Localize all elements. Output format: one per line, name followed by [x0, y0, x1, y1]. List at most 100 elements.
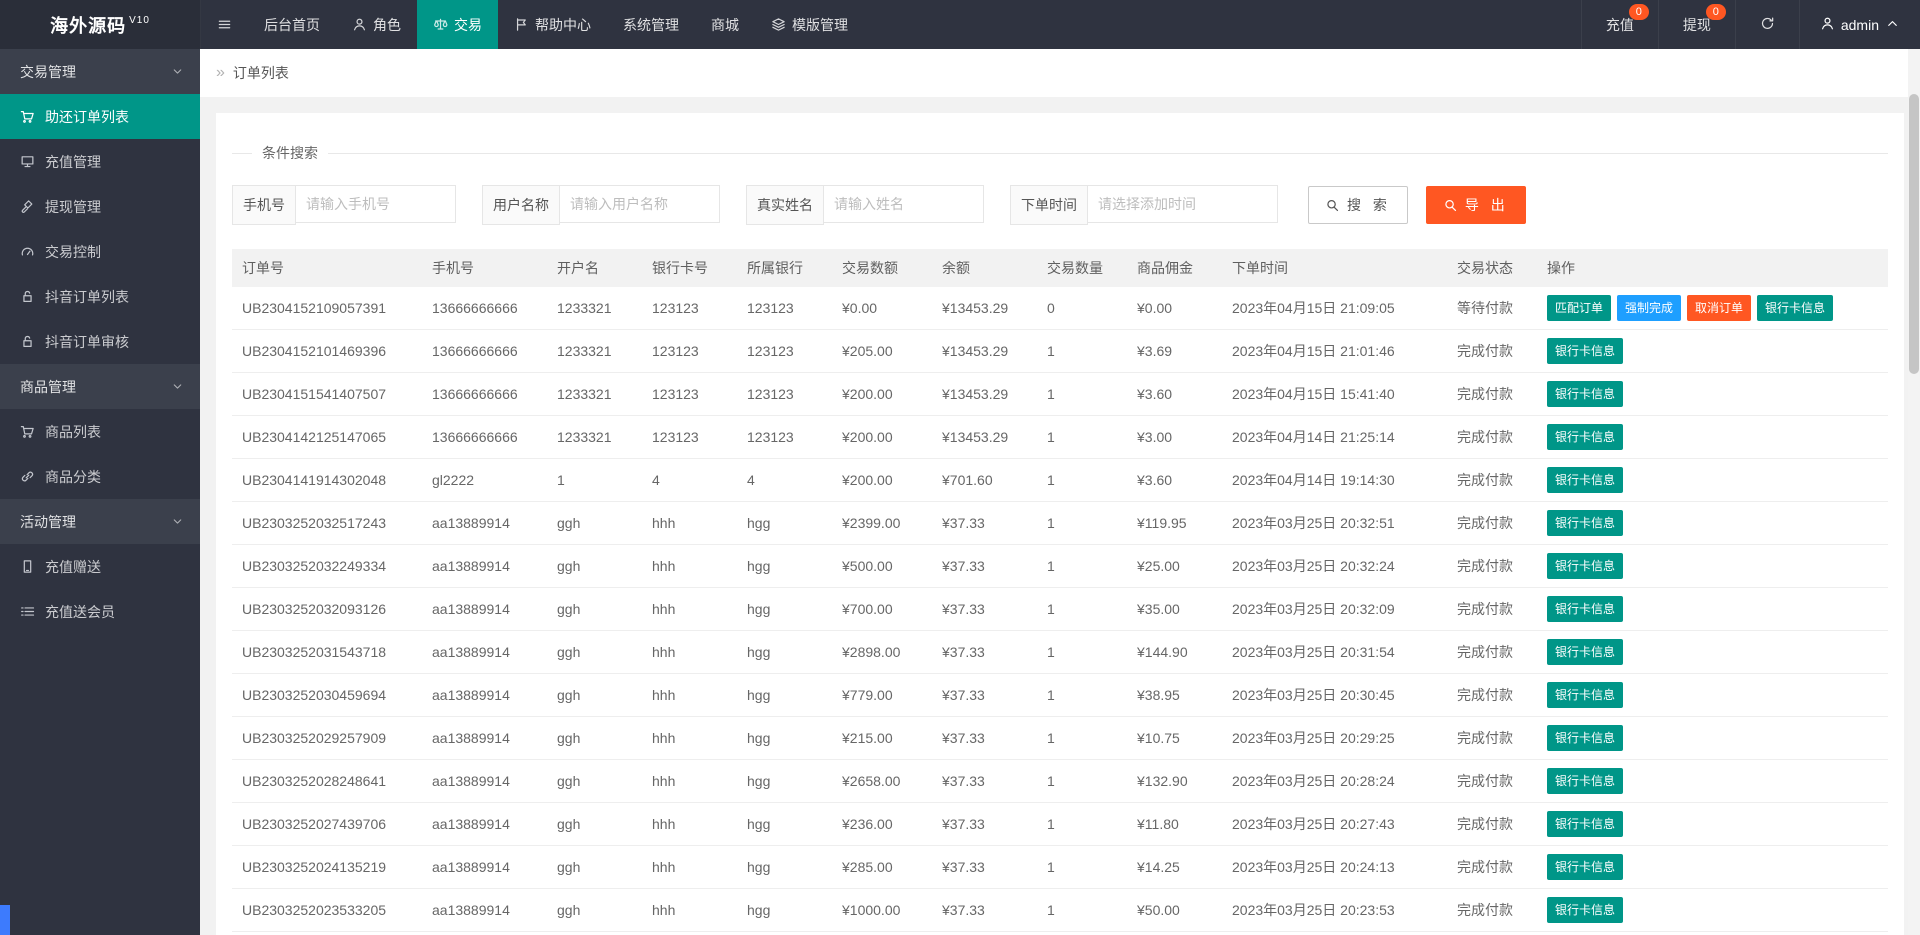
bank-order-button[interactable]: 银行卡信息 [1547, 553, 1623, 579]
export-button[interactable]: 导 出 [1426, 186, 1526, 224]
cell: 2023年03月25日 20:31:54 [1222, 631, 1447, 674]
bank-order-button[interactable]: 银行卡信息 [1547, 854, 1623, 880]
bank-order-button[interactable]: 银行卡信息 [1547, 811, 1623, 837]
sidebar-item-5[interactable]: 抖音订单列表 [0, 274, 200, 319]
bank-order-button[interactable]: 银行卡信息 [1547, 725, 1623, 751]
topnav-item-label: 角色 [373, 15, 401, 35]
cell: ¥2399.00 [832, 502, 932, 545]
sidebar-item-3[interactable]: 提现管理 [0, 184, 200, 229]
bank-order-button[interactable]: 银行卡信息 [1547, 768, 1623, 794]
cell: 13666666666 [422, 330, 547, 373]
cell: ¥13453.29 [932, 330, 1037, 373]
match-order-button[interactable]: 匹配订单 [1547, 295, 1611, 321]
cell: ¥25.00 [1127, 545, 1222, 588]
cell: ¥119.95 [1127, 502, 1222, 545]
sidebar-label: 活动管理 [20, 512, 76, 532]
sidebar-item-1[interactable]: 助还订单列表 [0, 94, 200, 139]
cell: 2023年04月15日 21:01:46 [1222, 330, 1447, 373]
menu-toggle-button[interactable] [201, 0, 248, 49]
cell: 2023年03月25日 20:27:43 [1222, 803, 1447, 846]
cell: hhh [642, 846, 737, 889]
cell: ¥37.33 [932, 846, 1037, 889]
actions-cell: 银行卡信息 [1537, 373, 1888, 416]
cell: hgg [737, 588, 832, 631]
sidebar-item-9[interactable]: 商品分类 [0, 454, 200, 499]
table-row-14: UB2303252023533205aa13889914gghhhhhgg¥10… [232, 889, 1888, 932]
sidebar-item-12[interactable]: 充值送会员 [0, 589, 200, 634]
force-order-button[interactable]: 强制完成 [1617, 295, 1681, 321]
topbar: 海外源码V10 后台首页 角色交易帮助中心系统管理商城 模版管理 充值 0 提现 0… [0, 0, 1920, 49]
actions-cell: 银行卡信息 [1537, 588, 1888, 631]
scales-icon [433, 17, 448, 32]
bank-order-button[interactable]: 银行卡信息 [1547, 381, 1623, 407]
topnav-item-3[interactable]: 帮助中心 [498, 0, 607, 49]
bank-order-button[interactable]: 银行卡信息 [1547, 897, 1623, 923]
col-header-1: 手机号 [422, 249, 547, 287]
search-field-input-0[interactable] [296, 185, 456, 223]
cell: hgg [737, 803, 832, 846]
bank-order-button[interactable]: 银行卡信息 [1547, 682, 1623, 708]
bank-order-button[interactable]: 银行卡信息 [1547, 338, 1623, 364]
sidebar-item-11[interactable]: 充值赠送 [0, 544, 200, 589]
order-id: UB2303252029257909 [232, 717, 422, 760]
sidebar-label: 充值送会员 [45, 602, 115, 622]
vertical-scrollbar-thumb[interactable] [1909, 94, 1919, 374]
order-id: UB2303252024135219 [232, 846, 422, 889]
cell: ggh [547, 545, 642, 588]
vertical-scrollbar[interactable] [1908, 49, 1920, 935]
sidebar-group-0[interactable]: 交易管理 [0, 49, 200, 94]
withdraw-notice-button[interactable]: 提现 0 [1658, 0, 1735, 49]
topnav-item-label: 模版管理 [792, 15, 848, 35]
cell: 2023年03月25日 20:32:24 [1222, 545, 1447, 588]
order-id: UB2304152109057391 [232, 287, 422, 330]
sidebar-group-10[interactable]: 活动管理 [0, 499, 200, 544]
order-id: UB2303252021584200 [232, 932, 422, 935]
cell: 1 [1037, 588, 1127, 631]
cell: 1 [1037, 717, 1127, 760]
topnav-item-6[interactable]: 模版管理 [755, 0, 864, 49]
topnav-item-0[interactable]: 后台首页 [248, 0, 336, 49]
cell: hhh [642, 760, 737, 803]
bank-order-button[interactable]: 银行卡信息 [1547, 596, 1623, 622]
user-menu[interactable]: admin [1799, 0, 1920, 49]
actions-cell: 银行卡信息 [1537, 631, 1888, 674]
sidebar-item-2[interactable]: 充值管理 [0, 139, 200, 184]
app-logo: 海外源码V10 [0, 0, 201, 49]
sidebar-item-6[interactable]: 抖音订单审核 [0, 319, 200, 364]
search-field-input-1[interactable] [560, 185, 720, 223]
cancel-order-button[interactable]: 取消订单 [1687, 295, 1751, 321]
refresh-button[interactable] [1735, 0, 1799, 49]
username: admin [1841, 17, 1879, 33]
topnav-item-1[interactable]: 角色 [336, 0, 417, 49]
link-icon [20, 469, 35, 484]
bank-order-button[interactable]: 银行卡信息 [1757, 295, 1833, 321]
sidebar-group-7[interactable]: 商品管理 [0, 364, 200, 409]
cell: 1 [1037, 932, 1127, 935]
recharge-notice-button[interactable]: 充值 0 [1581, 0, 1658, 49]
topnav-item-2[interactable]: 交易 [417, 0, 498, 49]
order-id: UB2304151541407507 [232, 373, 422, 416]
bank-order-button[interactable]: 银行卡信息 [1547, 467, 1623, 493]
topnav-item-4[interactable]: 系统管理 [607, 0, 695, 49]
topnav-item-5[interactable]: 商城 [695, 0, 755, 49]
bank-order-button[interactable]: 银行卡信息 [1547, 424, 1623, 450]
status-text: 完成付款 [1447, 674, 1537, 717]
cell: ¥21.58 [1127, 932, 1222, 935]
cell: ¥132.90 [1127, 760, 1222, 803]
bank-order-button[interactable]: 银行卡信息 [1547, 639, 1623, 665]
cell: 1233321 [547, 373, 642, 416]
status-text: 完成付款 [1447, 760, 1537, 803]
cell: ¥37.33 [932, 760, 1037, 803]
cell: ¥701.60 [932, 459, 1037, 502]
search-field-input-3[interactable] [1088, 185, 1278, 223]
search-button[interactable]: 搜 索 [1308, 186, 1408, 224]
bank-order-button[interactable]: 银行卡信息 [1547, 510, 1623, 536]
sidebar-item-8[interactable]: 商品列表 [0, 409, 200, 454]
sidebar-menu: 交易管理助还订单列表充值管理提现管理交易控制抖音订单列表抖音订单审核商品管理商品… [0, 49, 200, 634]
sidebar-item-4[interactable]: 交易控制 [0, 229, 200, 274]
search-field-label: 下单时间 [1010, 185, 1088, 225]
lock-icon [20, 289, 35, 304]
logo-version: V10 [129, 15, 150, 26]
search-field-input-2[interactable] [824, 185, 984, 223]
sidebar-scrollbar-thumb[interactable] [0, 905, 10, 935]
